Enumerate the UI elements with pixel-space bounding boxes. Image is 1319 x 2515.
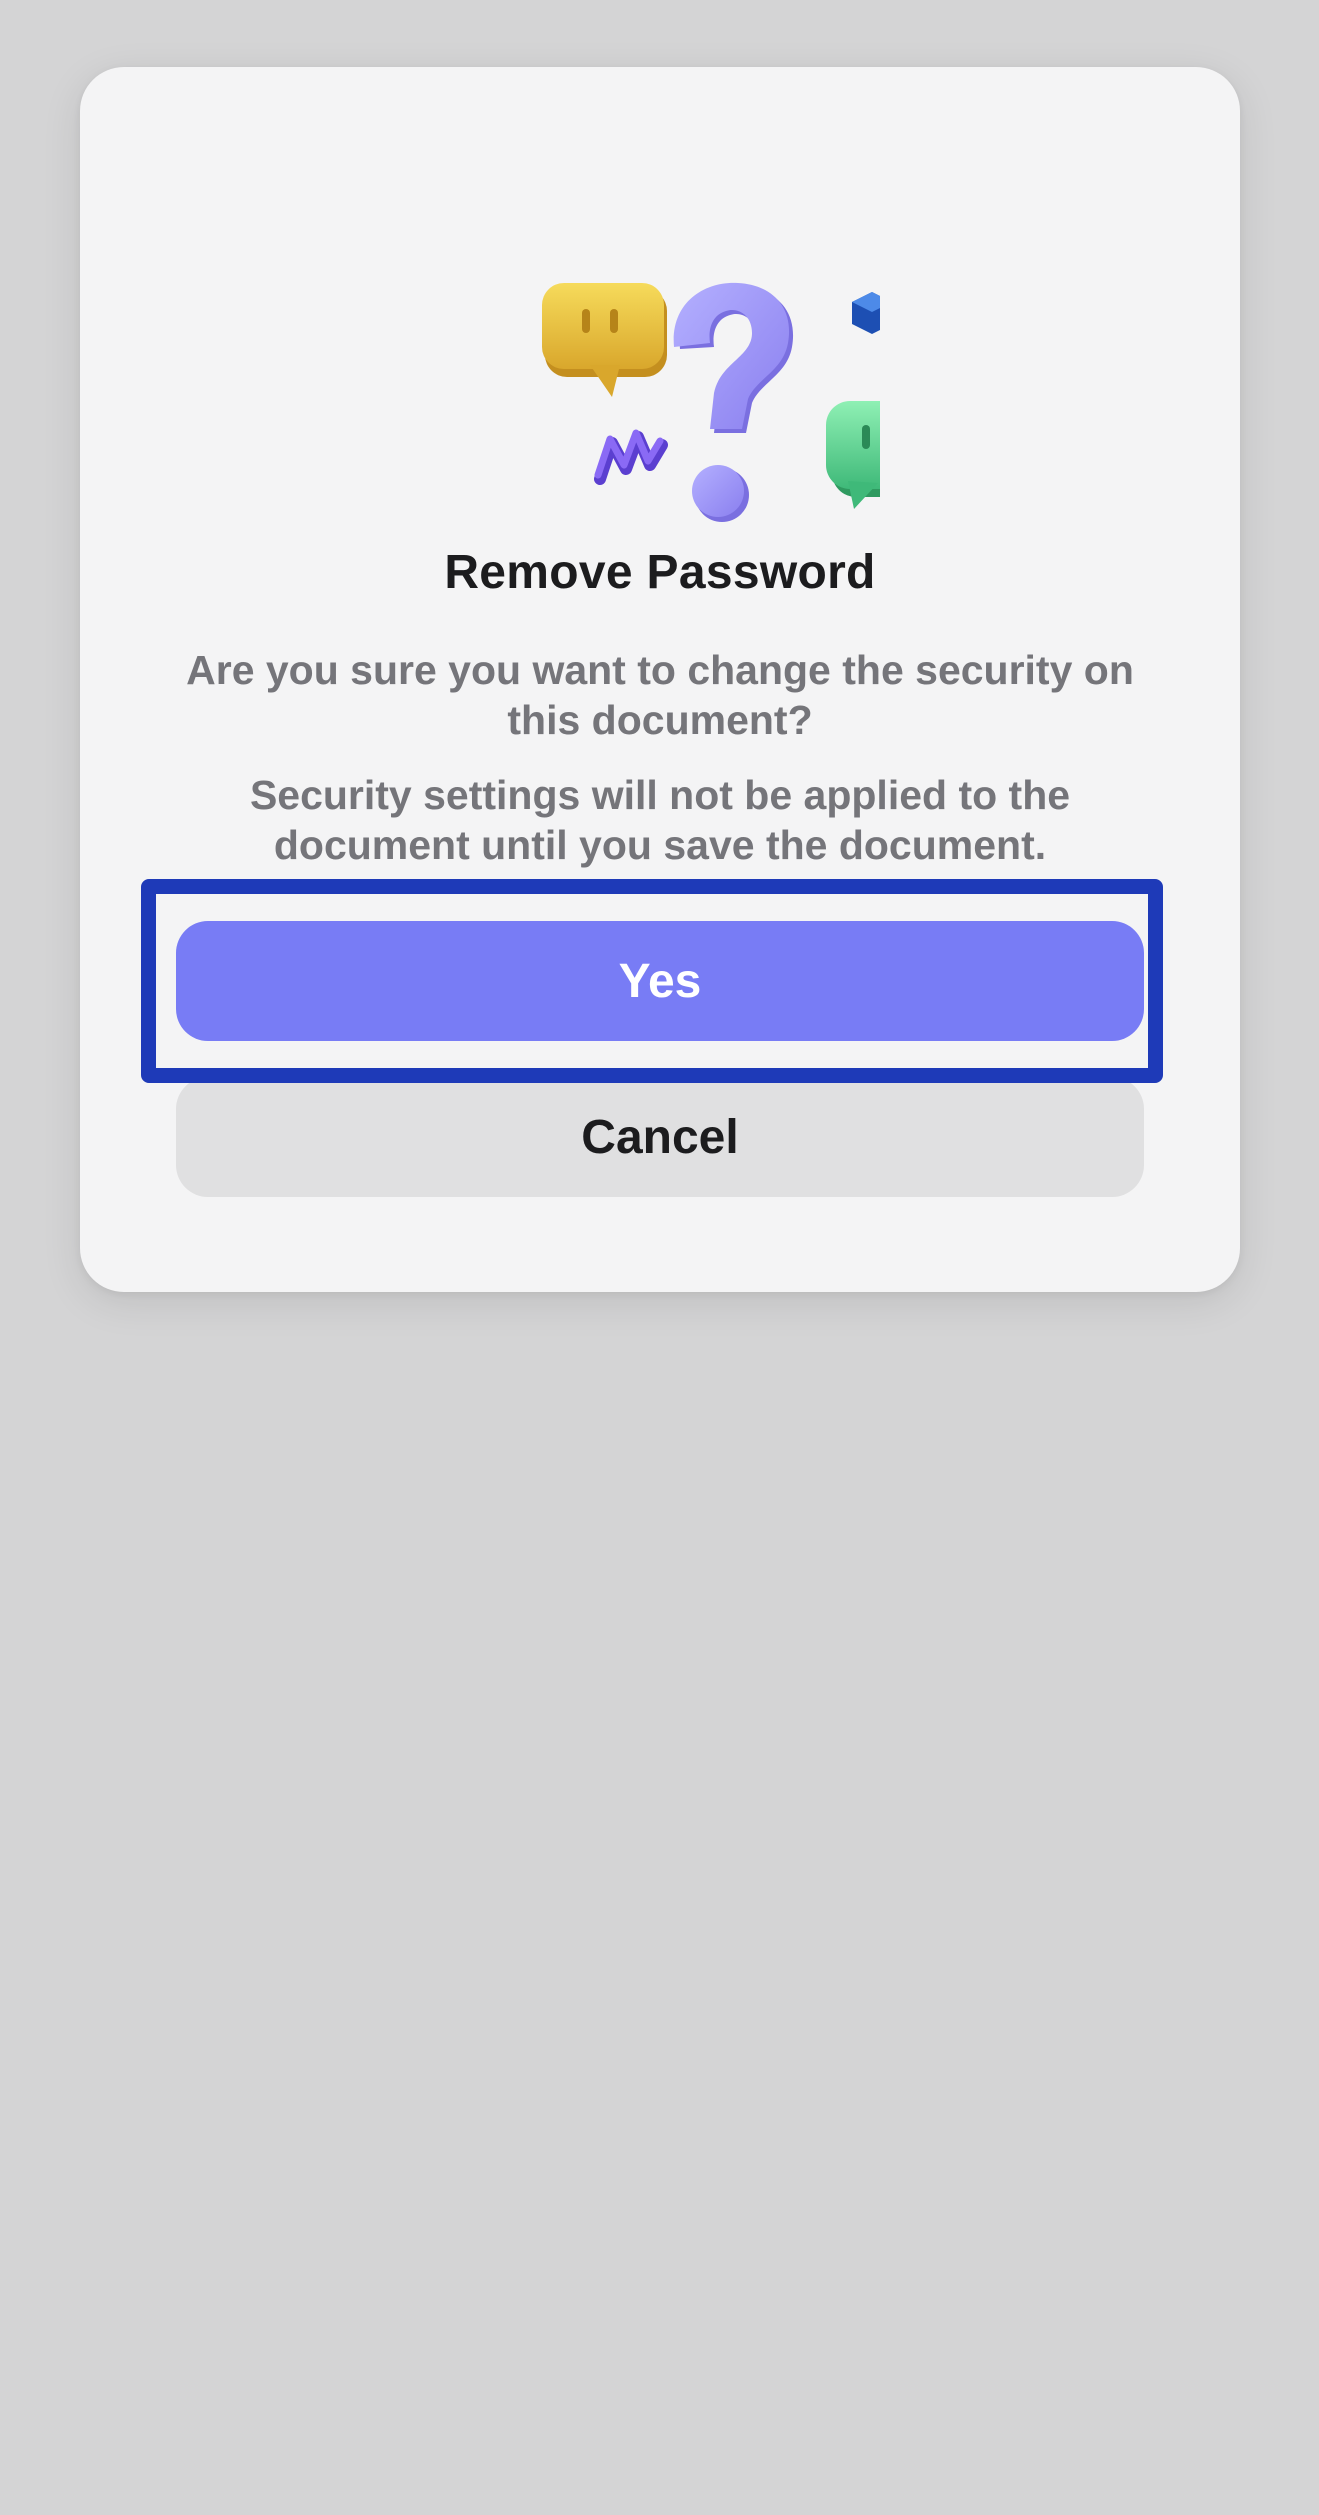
yes-button[interactable]: Yes <box>176 921 1144 1041</box>
cancel-button[interactable]: Cancel <box>176 1077 1144 1197</box>
question-mark-icon <box>673 282 794 522</box>
yellow-chat-bubble-icon <box>542 283 667 397</box>
blue-gem-icon <box>852 292 880 334</box>
green-chat-bubble-icon <box>826 401 880 509</box>
purple-squiggle-icon <box>594 429 668 485</box>
question-speech-bubbles-illustration <box>542 282 880 522</box>
dialog-message-secondary: Security settings will not be applied to… <box>249 772 1071 868</box>
remove-password-dialog: Remove Password Are you sure you want to… <box>80 67 1240 1292</box>
dialog-message-primary: Are you sure you want to change the secu… <box>186 647 1134 743</box>
dialog-title: Remove Password <box>444 546 876 599</box>
